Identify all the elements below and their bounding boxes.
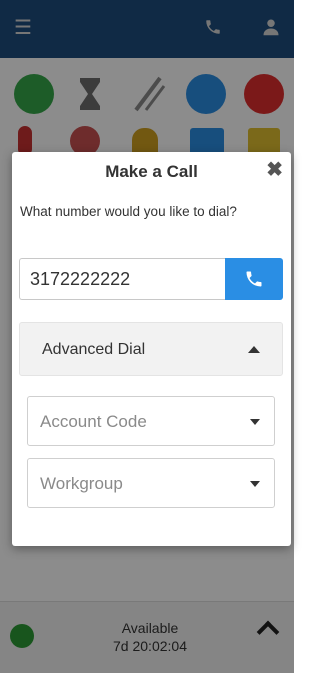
phone-icon [246,271,262,287]
advanced-dial-label: Advanced Dial [42,341,146,358]
caret-down-icon [250,419,260,425]
phone-number-input[interactable] [19,258,225,300]
dial-prompt: What number would you like to dial? [20,204,237,219]
account-code-label: Account Code [40,412,147,431]
caret-up-icon [248,346,260,353]
advanced-dial-toggle[interactable]: Advanced Dial [19,322,283,376]
make-call-dialog: Make a Call ✖ What number would you like… [12,152,291,546]
caret-down-icon [250,481,260,487]
close-icon[interactable]: ✖ [266,160,283,180]
workgroup-label: Workgroup [40,474,123,493]
dial-button[interactable] [225,258,283,300]
workgroup-select[interactable]: Workgroup [27,458,275,508]
dialog-title: Make a Call [105,162,198,181]
account-code-select[interactable]: Account Code [27,396,275,446]
